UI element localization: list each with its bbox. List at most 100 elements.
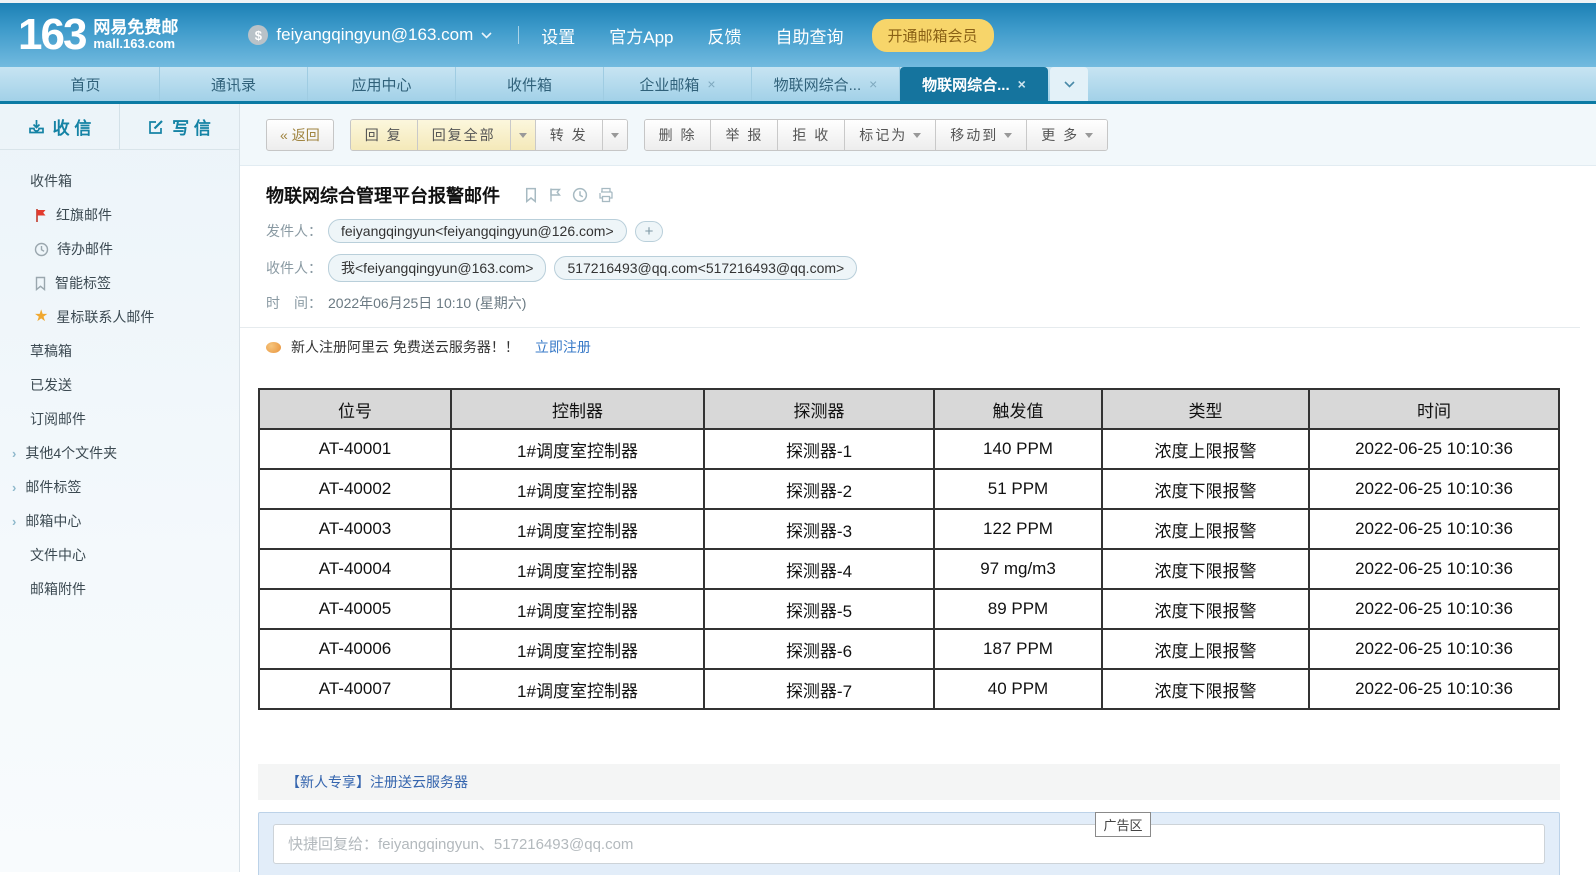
account-email: feiyangqingyun@163.com <box>276 25 473 45</box>
webmail-window: 163 网易免费邮 mall.163.com $ feiyangqingyun@… <box>0 0 1596 875</box>
alarm-table-cell: 浓度上限报警 <box>1102 629 1309 669</box>
alarm-table: 位号 控制器 探测器 触发值 类型 时间 AT-400011#调度室控制器探测器… <box>258 388 1560 710</box>
alarm-table-cell: AT-40002 <box>259 469 451 509</box>
sidebar-actions: 收 信 写 信 <box>0 104 239 150</box>
printer-icon[interactable] <box>598 187 614 203</box>
close-icon[interactable]: × <box>1018 77 1026 91</box>
forward-button[interactable]: 转 发 <box>536 120 603 150</box>
alarm-table-cell: 2022-06-25 10:10:36 <box>1309 509 1559 549</box>
folder-list: 收件箱 红旗邮件 待办邮件 智能标签 ★ 星标联系人邮件 草稿箱 已发送 订阅邮… <box>0 150 239 606</box>
add-contact-button[interactable]: + <box>635 221 664 242</box>
sidebar-item-attachments[interactable]: 邮箱附件 <box>0 572 239 606</box>
alarm-table-cell: 1#调度室控制器 <box>451 549 704 589</box>
quick-reply-input[interactable] <box>273 824 1545 864</box>
alarm-table-cell: 浓度下限报警 <box>1102 469 1309 509</box>
tabbar: 首页 通讯录 应用中心 收件箱 企业邮箱 × 物联网综合... × 物联网综合.… <box>0 67 1596 104</box>
alarm-table-row: AT-400061#调度室控制器探测器-6187 PPM浓度上限报警2022-0… <box>259 629 1559 669</box>
sidebar-item-subscriptions[interactable]: 订阅邮件 <box>0 402 239 436</box>
sidebar: 收 信 写 信 收件箱 红旗邮件 待办邮件 智能标签 <box>0 104 240 872</box>
reply-button[interactable]: 回 复 <box>351 120 418 150</box>
alarm-table-cell: AT-40007 <box>259 669 451 709</box>
settings-link[interactable]: 设置 <box>541 23 575 48</box>
back-button[interactable]: « 返回 <box>266 119 334 151</box>
chevron-down-icon <box>1064 81 1075 88</box>
tab-inbox[interactable]: 收件箱 <box>456 67 604 101</box>
delete-button[interactable]: 删 除 <box>645 120 712 150</box>
alarm-table-cell: 浓度下限报警 <box>1102 549 1309 589</box>
tab-home[interactable]: 首页 <box>12 67 160 101</box>
to-contact-pill[interactable]: 我<feiyangqingyun@163.com> <box>328 254 546 282</box>
alarm-table-cell: 140 PPM <box>934 429 1102 469</box>
alarm-table-cell: 浓度下限报警 <box>1102 669 1309 709</box>
ad-register-link[interactable]: 立即注册 <box>535 337 591 357</box>
close-icon[interactable]: × <box>707 77 715 91</box>
sidebar-item-todo[interactable]: 待办邮件 <box>0 232 239 266</box>
clock-icon[interactable] <box>572 187 588 203</box>
email-meta: 发件人： feiyangqingyun<feiyangqingyun@126.c… <box>266 219 1596 313</box>
sidebar-item-flagged[interactable]: 红旗邮件 <box>0 198 239 232</box>
to-contact-pill[interactable]: 517216493@qq.com<517216493@qq.com> <box>554 256 857 280</box>
alarm-table-cell: 2022-06-25 10:10:36 <box>1309 549 1559 589</box>
more-button[interactable]: 更 多 <box>1027 120 1107 150</box>
alarm-table-cell: 2022-06-25 10:10:36 <box>1309 629 1559 669</box>
sidebar-item-other-folders[interactable]: › 其他4个文件夹 <box>0 436 239 470</box>
ad-banner: 新人注册阿里云 免费送云服务器！！ 立即注册 <box>266 328 1596 366</box>
sidebar-item-mail-center[interactable]: › 邮箱中心 <box>0 504 239 538</box>
flag-icon[interactable] <box>548 187 562 203</box>
chevron-right-icon[interactable]: › <box>12 446 16 461</box>
alarm-table-cell: AT-40006 <box>259 629 451 669</box>
from-contact-pill[interactable]: feiyangqingyun<feiyangqingyun@126.com> <box>328 219 627 243</box>
tab-list-dropdown[interactable] <box>1050 67 1088 101</box>
forward-dropdown[interactable] <box>603 120 627 150</box>
chevron-right-icon[interactable]: › <box>12 514 16 529</box>
compose-mail-button[interactable]: 写 信 <box>120 104 239 149</box>
mark-as-button[interactable]: 标记为 <box>845 120 936 150</box>
tab-contacts[interactable]: 通讯录 <box>160 67 308 101</box>
alarm-table-cell: 探测器-7 <box>704 669 934 709</box>
alarm-table-cell: 51 PPM <box>934 469 1102 509</box>
sidebar-item-sent[interactable]: 已发送 <box>0 368 239 402</box>
tab-iot-mail-1[interactable]: 物联网综合... × <box>752 67 900 101</box>
sidebar-item-smart-tags[interactable]: 智能标签 <box>0 266 239 300</box>
self-service-link[interactable]: 自助查询 <box>776 23 844 48</box>
sidebar-item-starred-contacts[interactable]: ★ 星标联系人邮件 <box>0 300 239 334</box>
sidebar-item-mail-tags[interactable]: › 邮件标签 <box>0 470 239 504</box>
caret-down-icon <box>519 133 527 142</box>
sidebar-item-inbox[interactable]: 收件箱 <box>0 164 239 198</box>
feedback-link[interactable]: 反馈 <box>708 23 742 48</box>
alarm-table-header-row: 位号 控制器 探测器 触发值 类型 时间 <box>259 389 1559 429</box>
alarm-table-cell: 2022-06-25 10:10:36 <box>1309 589 1559 629</box>
report-button[interactable]: 举 报 <box>711 120 778 150</box>
bookmark-icon[interactable] <box>524 187 538 203</box>
move-to-button[interactable]: 移动到 <box>936 120 1027 150</box>
back-arrows-icon: « <box>280 127 288 143</box>
chevron-right-icon[interactable]: › <box>12 480 16 495</box>
promo-register-link[interactable]: 【新人专享】注册送云服务器 <box>286 772 468 792</box>
sidebar-item-file-center[interactable]: 文件中心 <box>0 538 239 572</box>
logo-domain: mall.163.com <box>93 37 178 52</box>
tab-app-center[interactable]: 应用中心 <box>308 67 456 101</box>
reject-button[interactable]: 拒 收 <box>778 120 845 150</box>
alarm-table-cell: 2022-06-25 10:10:36 <box>1309 469 1559 509</box>
reply-all-dropdown[interactable] <box>511 120 536 150</box>
tab-iot-mail-2-active[interactable]: 物联网综合... × <box>900 67 1048 101</box>
receive-mail-button[interactable]: 收 信 <box>0 104 120 149</box>
alarm-table-cell: 探测器-3 <box>704 509 934 549</box>
163-logo[interactable]: 163 网易免费邮 mall.163.com <box>18 13 178 57</box>
topbar: 163 网易免费邮 mall.163.com $ feiyangqingyun@… <box>0 3 1596 67</box>
alarm-table-cell: 40 PPM <box>934 669 1102 709</box>
vip-upgrade-button[interactable]: 开通邮箱会员 <box>872 19 994 52</box>
official-app-link[interactable]: 官方App <box>609 23 673 48</box>
sidebar-item-drafts[interactable]: 草稿箱 <box>0 334 239 368</box>
close-icon[interactable]: × <box>869 77 877 91</box>
tab-enterprise-mail[interactable]: 企业邮箱 × <box>604 67 752 101</box>
account-menu[interactable]: $ feiyangqingyun@163.com <box>248 25 492 45</box>
compose-pencil-icon <box>148 119 164 135</box>
reply-all-button[interactable]: 回复全部 <box>418 120 511 150</box>
to-row: 收件人： 我<feiyangqingyun@163.com> 517216493… <box>266 254 1596 282</box>
inbox-tray-icon <box>28 119 45 135</box>
topbar-divider <box>518 26 519 44</box>
alarm-table-row: AT-400021#调度室控制器探测器-251 PPM浓度下限报警2022-06… <box>259 469 1559 509</box>
col-header-type: 类型 <box>1102 389 1309 429</box>
alarm-table-cell: 187 PPM <box>934 629 1102 669</box>
